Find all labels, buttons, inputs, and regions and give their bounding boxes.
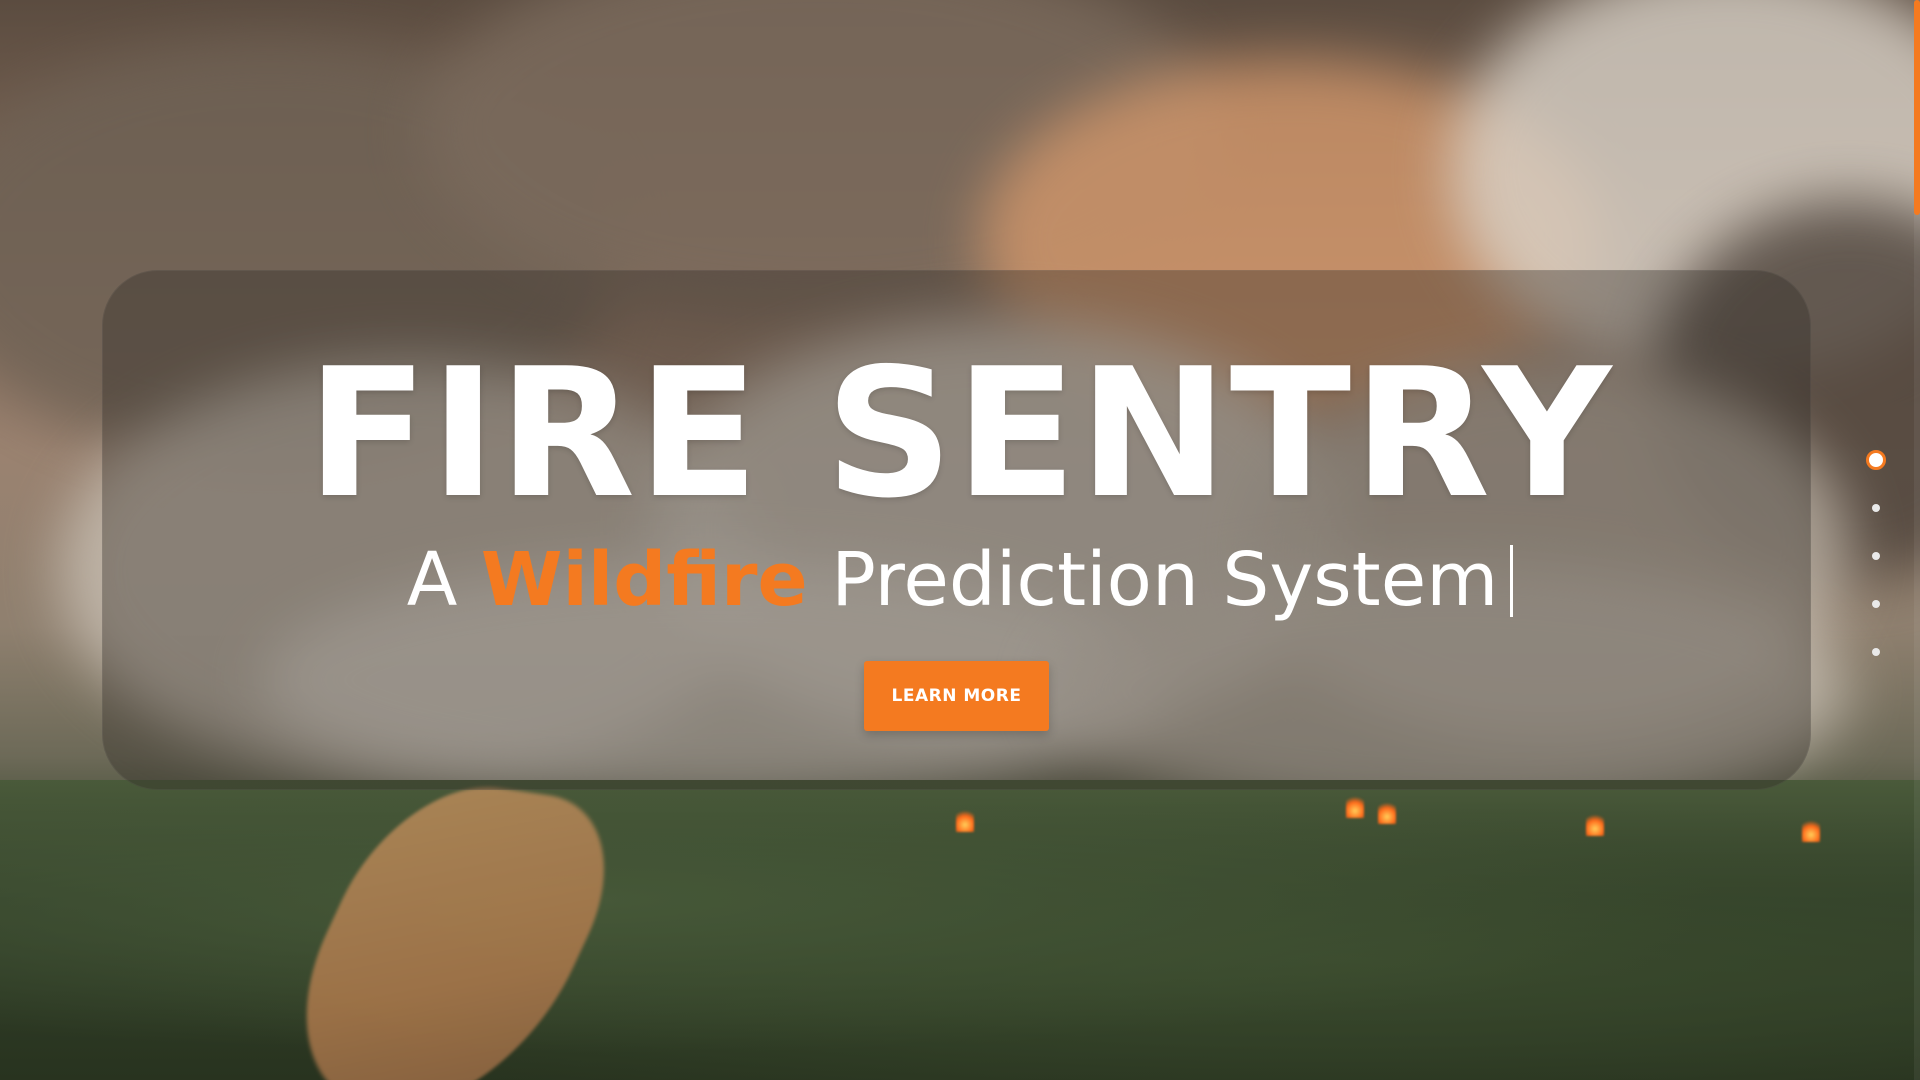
section-dot-4[interactable] (1864, 592, 1888, 616)
landing-page: FIRE SENTRY A Wildfire Prediction System… (0, 0, 1920, 1080)
subtitle-accent-word: Wildfire (480, 537, 808, 623)
dot-icon (1872, 552, 1880, 560)
hero-subtitle: A Wildfire Prediction System (0, 543, 1920, 617)
dot-icon (1872, 504, 1880, 512)
section-dot-navigation (1864, 448, 1888, 688)
page-title: FIRE SENTRY (306, 330, 1614, 537)
scrollbar-thumb[interactable] (1914, 0, 1920, 215)
scrollbar-track[interactable] (1914, 0, 1920, 1080)
subtitle-prefix: A (406, 537, 481, 623)
section-dot-2[interactable] (1864, 496, 1888, 520)
section-dot-3[interactable] (1864, 544, 1888, 568)
learn-more-button[interactable]: LEARN MORE (864, 661, 1049, 731)
section-dot-1[interactable] (1864, 448, 1888, 472)
dot-icon (1872, 600, 1880, 608)
active-dot-icon (1866, 450, 1886, 470)
subtitle-suffix: Prediction System (807, 537, 1499, 623)
typing-cursor-icon (1510, 545, 1514, 617)
dot-icon (1872, 648, 1880, 656)
section-dot-5[interactable] (1864, 640, 1888, 664)
